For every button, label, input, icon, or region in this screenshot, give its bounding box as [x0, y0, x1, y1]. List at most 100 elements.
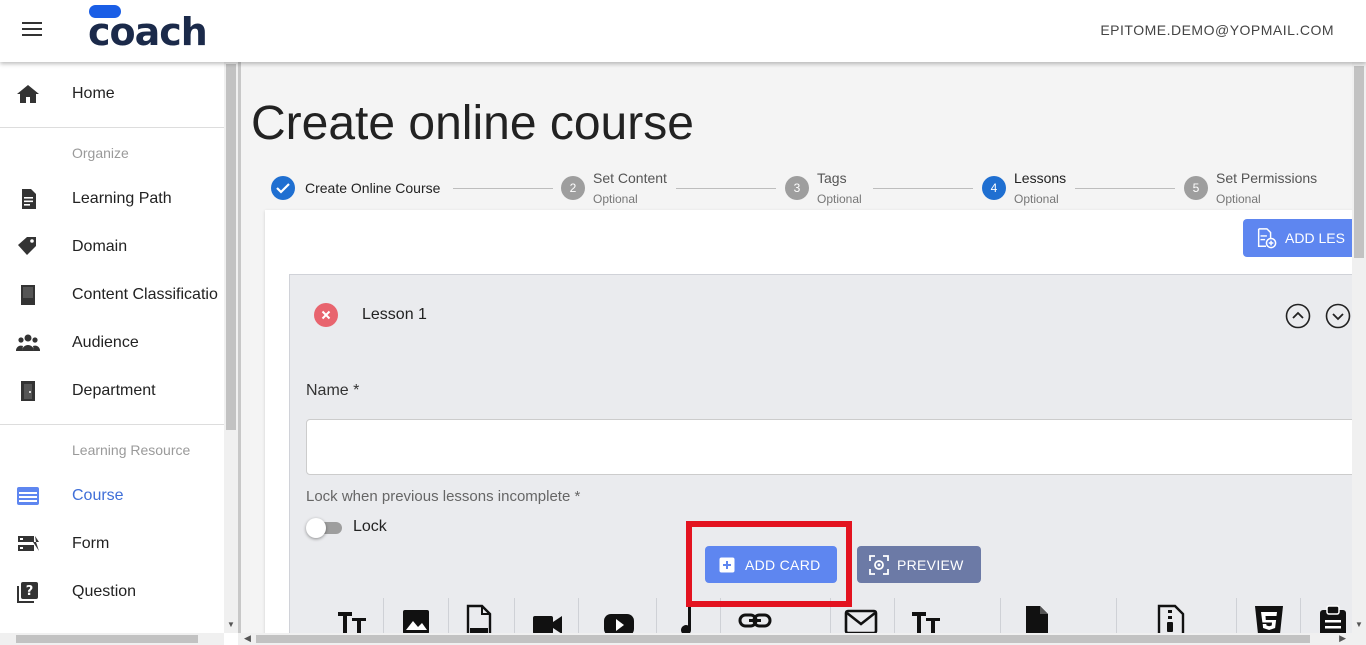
name-label: Name *	[306, 382, 360, 399]
toggle-knob	[306, 518, 326, 538]
text-icon[interactable]	[910, 604, 944, 633]
user-email[interactable]: EPITOME.DEMO@YOPMAIL.COM	[1100, 22, 1334, 38]
sidebar-item-label: Department	[72, 382, 156, 399]
tool-divider	[656, 598, 657, 633]
scroll-right-icon[interactable]: ▶	[1339, 633, 1346, 644]
tool-divider	[1000, 598, 1001, 633]
page-vertical-scrollbar[interactable]: ▼	[1352, 62, 1366, 633]
tag-icon	[18, 237, 36, 255]
sidebar-item-label: Domain	[72, 238, 128, 255]
document-icon	[22, 189, 36, 209]
video-icon[interactable]	[530, 604, 564, 633]
sidebar-item-label: Form	[72, 535, 110, 552]
add-card-button[interactable]: ADD CARD	[705, 546, 837, 583]
book-icon	[21, 285, 35, 305]
email-icon[interactable]	[844, 604, 878, 633]
page-title: Create online course	[251, 97, 694, 150]
scrollbar-thumb[interactable]	[1354, 66, 1364, 258]
tool-divider	[1300, 598, 1301, 633]
clipboard-icon[interactable]	[1316, 604, 1350, 633]
chevron-up-icon[interactable]	[1285, 303, 1311, 329]
preview-button[interactable]: PREVIEW	[857, 546, 981, 583]
text-icon[interactable]	[336, 604, 370, 633]
step-connector	[676, 188, 776, 189]
add-lesson-button[interactable]: ADD LES	[1243, 219, 1352, 257]
svg-text:?: ?	[26, 584, 34, 599]
document-icon[interactable]	[1020, 604, 1054, 633]
scrollbar-thumb[interactable]	[226, 64, 236, 430]
sidebar-item-question[interactable]: ? Question	[0, 569, 224, 615]
step-optional: Optional	[1014, 192, 1059, 206]
tool-divider	[1236, 598, 1237, 633]
chevron-down-icon[interactable]	[1325, 303, 1351, 329]
step-optional: Optional	[593, 192, 638, 206]
door-icon	[21, 381, 35, 401]
plus-box-icon	[719, 557, 735, 572]
lock-question-label: Lock when previous lessons incomplete *	[306, 488, 581, 505]
scrollbar-thumb[interactable]	[256, 635, 1310, 643]
step-number: 3	[785, 176, 809, 200]
step-connector	[1075, 188, 1175, 189]
zip-file-icon[interactable]	[1154, 604, 1188, 633]
sidebar-divider	[0, 424, 224, 425]
sidebar-item-label: Question	[72, 583, 137, 600]
step-number: 5	[1184, 176, 1208, 200]
scrollbar-thumb[interactable]	[16, 635, 198, 643]
sidebar: Home Organize Learning Path Domain Conte…	[0, 62, 224, 633]
tool-divider	[894, 598, 895, 633]
scroll-left-icon[interactable]: ◀	[244, 633, 251, 644]
course-icon	[17, 487, 39, 505]
top-app-bar: coach EPITOME.DEMO@YOPMAIL.COM	[0, 0, 1366, 62]
step-optional: Optional	[817, 192, 862, 206]
step-label: Set Content	[593, 170, 667, 186]
sidebar-scrollbar[interactable]: ▼	[224, 62, 238, 633]
audio-icon[interactable]	[674, 604, 708, 633]
tool-divider	[1116, 598, 1117, 633]
add-lesson-label: ADD LES	[1285, 230, 1345, 246]
lesson-name-input[interactable]	[306, 419, 1352, 475]
sidebar-item-content-classification[interactable]: Content Classificatio	[0, 272, 224, 318]
question-icon: ?	[17, 582, 38, 603]
link-icon[interactable]	[738, 604, 772, 633]
sidebar-item-course[interactable]: Course	[0, 473, 224, 519]
pdf-icon[interactable]	[462, 604, 496, 633]
lesson-title: Lesson 1	[362, 306, 427, 323]
tool-divider	[830, 598, 831, 633]
page-horizontal-scrollbar[interactable]: ◀ ▶	[238, 633, 1366, 645]
tool-divider	[448, 598, 449, 633]
lock-toggle[interactable]	[306, 518, 342, 538]
sidebar-item-label: Course	[72, 487, 124, 504]
sidebar-horizontal-scrollbar[interactable]	[0, 633, 224, 645]
sidebar-item-department[interactable]: Department	[0, 368, 224, 414]
sidebar-item-label: Audience	[72, 334, 139, 351]
check-icon	[271, 176, 295, 200]
hamburger-menu-icon[interactable]	[22, 22, 42, 38]
remove-lesson-icon[interactable]	[314, 303, 338, 327]
sidebar-item-domain[interactable]: Domain	[0, 224, 224, 270]
step-label: Set Permissions	[1216, 170, 1318, 186]
tool-divider	[514, 598, 515, 633]
sidebar-item-home[interactable]: Home	[0, 71, 224, 117]
coach-logo[interactable]: coach	[88, 4, 208, 54]
youtube-icon[interactable]	[602, 604, 636, 633]
sidebar-item-audience[interactable]: Audience	[0, 320, 224, 366]
preview-label: PREVIEW	[897, 556, 964, 573]
step-connector	[873, 188, 973, 189]
step-connector	[453, 188, 553, 189]
logo-text: coach	[88, 10, 208, 54]
step-number: 2	[561, 176, 585, 200]
sidebar-item-label: Content Classificatio	[72, 286, 218, 303]
html5-icon[interactable]	[1252, 604, 1286, 633]
sidebar-section-organize: Organize	[72, 145, 129, 161]
add-card-label: ADD CARD	[745, 556, 821, 573]
form-icon	[18, 536, 39, 551]
sidebar-item-form[interactable]: Form	[0, 521, 224, 567]
image-icon[interactable]	[400, 604, 434, 633]
sidebar-divider	[0, 127, 224, 128]
stepper: Create Online Course 2 Set Content Optio…	[271, 166, 1352, 206]
tool-divider	[720, 598, 721, 633]
step-optional: Optional	[1216, 192, 1261, 206]
home-icon	[17, 85, 39, 103]
sidebar-item-learning-path[interactable]: Learning Path	[0, 176, 224, 222]
scroll-down-icon[interactable]: ▼	[227, 620, 235, 629]
